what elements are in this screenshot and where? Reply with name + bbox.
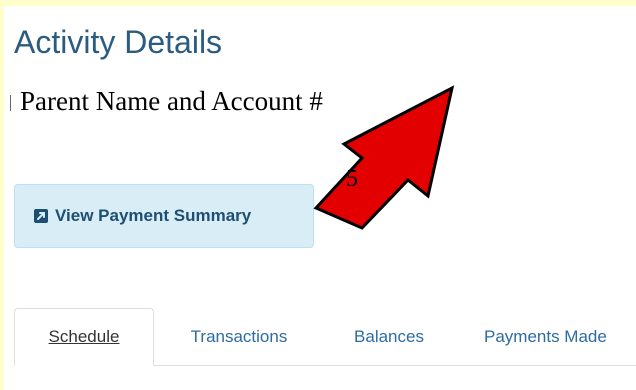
parent-name-label: Parent Name and Account #	[20, 86, 323, 116]
tab-payments-made-label: Payments Made	[484, 327, 607, 346]
activity-tabs: Schedule Transactions Balances Payments …	[14, 308, 636, 366]
tab-schedule[interactable]: Schedule	[14, 308, 154, 366]
annotation-step-number: 5	[346, 166, 358, 192]
view-payment-summary-button[interactable]: View Payment Summary	[14, 184, 314, 248]
page-title: Activity Details	[14, 24, 223, 60]
tab-transactions-label: Transactions	[190, 327, 288, 346]
tab-transactions[interactable]: Transactions	[164, 308, 314, 366]
tab-schedule-label: Schedule	[48, 327, 120, 346]
tab-balances[interactable]: Balances	[334, 308, 444, 366]
text-cursor	[10, 95, 11, 111]
activity-details-page: Activity Details Parent Name and Account…	[0, 0, 636, 390]
tab-balances-label: Balances	[354, 327, 424, 346]
annotation-arrow	[313, 85, 455, 230]
external-link-icon	[33, 208, 49, 224]
view-payment-summary-label: View Payment Summary	[55, 206, 252, 225]
tab-payments-made[interactable]: Payments Made	[484, 308, 636, 366]
